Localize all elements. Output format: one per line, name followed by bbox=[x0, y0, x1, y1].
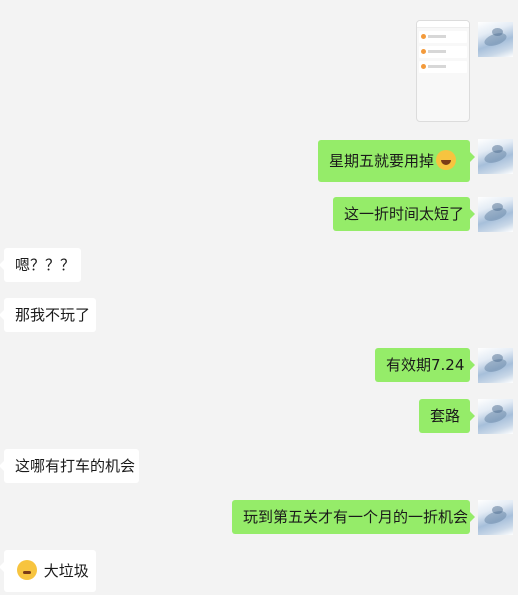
message-text: 这一折时间太短了 bbox=[344, 205, 465, 223]
my-message-bubble[interactable]: 玩到第五关才有一个月的一折机会 bbox=[232, 500, 475, 534]
my-avatar[interactable] bbox=[478, 500, 513, 535]
my-message-bubble[interactable]: 星期五就要用掉 bbox=[318, 140, 475, 182]
my-avatar[interactable] bbox=[478, 348, 513, 383]
my-avatar[interactable] bbox=[478, 139, 513, 174]
message-text: 星期五就要用掉 bbox=[329, 152, 435, 170]
message-text: 套路 bbox=[430, 407, 461, 425]
message-text: 这哪有打车的机会 bbox=[15, 457, 136, 475]
my-message-bubble[interactable]: 这一折时间太短了 bbox=[333, 197, 475, 231]
my-avatar[interactable] bbox=[478, 197, 513, 232]
other-message-bubble[interactable]: 大垃圾 bbox=[0, 550, 96, 592]
other-message-bubble[interactable]: 那我不玩了 bbox=[0, 298, 96, 332]
my-avatar[interactable] bbox=[478, 22, 513, 57]
message-text: 玩到第五关才有一个月的一折机会 bbox=[243, 508, 469, 526]
laughing-tears-icon bbox=[436, 150, 457, 170]
my-message-bubble[interactable]: 有效期7.24 bbox=[375, 348, 475, 382]
image-message[interactable] bbox=[416, 20, 470, 122]
disgusted-face-icon bbox=[17, 560, 37, 580]
message-text: 那我不玩了 bbox=[15, 306, 91, 324]
message-text: 嗯？？？ bbox=[15, 256, 76, 274]
my-message-bubble[interactable]: 套路 bbox=[419, 399, 475, 433]
other-message-bubble[interactable]: 这哪有打车的机会 bbox=[0, 449, 139, 483]
message-text: 大垃圾 bbox=[43, 562, 89, 580]
my-avatar[interactable] bbox=[478, 399, 513, 434]
message-text: 有效期7.24 bbox=[386, 356, 465, 374]
other-message-bubble[interactable]: 嗯？？？ bbox=[0, 248, 81, 282]
